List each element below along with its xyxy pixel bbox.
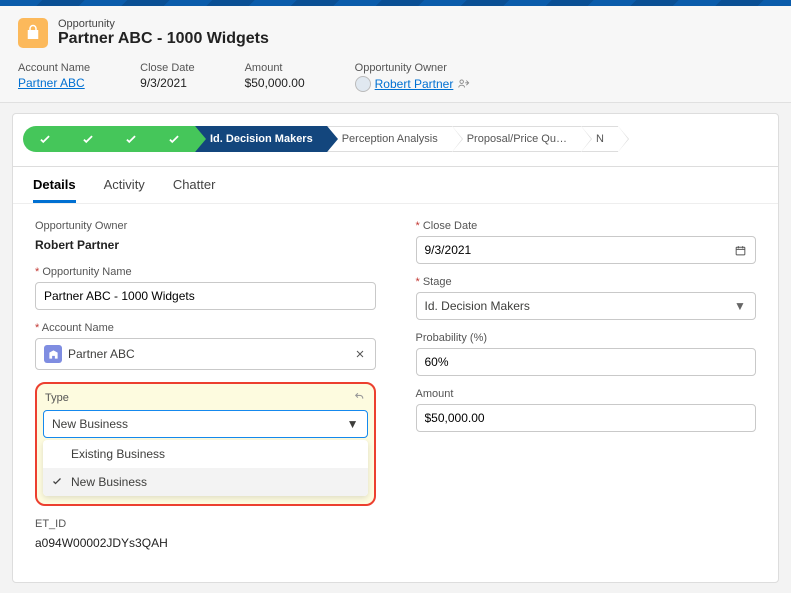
amount-text[interactable] — [425, 411, 748, 425]
type-option-existing[interactable]: Existing Business — [43, 440, 368, 468]
probability-input[interactable] — [416, 348, 757, 376]
type-selected-value: New Business — [52, 417, 128, 431]
amount-input[interactable] — [416, 404, 757, 432]
amount-label: Amount — [245, 62, 305, 74]
field-close-date: Close Date — [416, 220, 757, 264]
header-field-amount: Amount $50,000.00 — [245, 62, 305, 92]
et-id-label: ET_ID — [35, 518, 376, 530]
stage-field-label: Stage — [423, 276, 452, 288]
amount-value: $50,000.00 — [245, 76, 305, 90]
account-lookup[interactable]: Partner ABC — [35, 338, 376, 370]
record-header: Opportunity Partner ABC - 1000 Widgets A… — [0, 6, 791, 103]
page-title: Partner ABC - 1000 Widgets — [58, 30, 269, 48]
owner-link[interactable]: Robert Partner — [375, 77, 454, 91]
change-owner-icon[interactable] — [457, 77, 471, 91]
field-owner: Opportunity Owner Robert Partner — [35, 220, 376, 254]
owner-field-label: Opportunity Owner — [35, 220, 376, 232]
account-lookup-value: Partner ABC — [68, 347, 135, 361]
type-dropdown: Existing Business New Business — [43, 440, 368, 496]
close-date-text[interactable] — [425, 243, 734, 257]
field-et-id: ET_ID a094W00002JDYs3QAH — [35, 518, 376, 552]
stage-path: Id. Decision Makers Perception Analysis … — [13, 114, 778, 166]
path-stage-future-2[interactable]: Proposal/Price Qu… — [452, 126, 581, 152]
owner-label: Opportunity Owner — [355, 62, 472, 74]
field-account-name: Account Name Partner ABC — [35, 322, 376, 370]
stage-select[interactable]: Id. Decision Makers ▼ — [416, 292, 757, 320]
tab-chatter[interactable]: Chatter — [173, 167, 216, 203]
account-name-label: Account Name — [18, 62, 90, 74]
field-amount: Amount — [416, 388, 757, 432]
close-date-field-label: Close Date — [423, 220, 477, 232]
type-select[interactable]: New Business ▼ — [43, 410, 368, 438]
calendar-icon[interactable] — [734, 243, 747, 257]
path-stage-future-1[interactable]: Perception Analysis — [327, 126, 452, 152]
account-icon — [44, 345, 62, 363]
header-field-closedate: Close Date 9/3/2021 — [140, 62, 194, 92]
type-option-new[interactable]: New Business — [43, 468, 368, 496]
tab-details[interactable]: Details — [33, 167, 76, 203]
header-field-account: Account Name Partner ABC — [18, 62, 90, 92]
field-probability: Probability (%) — [416, 332, 757, 376]
account-name-link[interactable]: Partner ABC — [18, 76, 90, 90]
type-option-new-label: New Business — [71, 475, 147, 489]
stage-value: Id. Decision Makers — [425, 299, 530, 313]
et-id-value: a094W00002JDYs3QAH — [35, 534, 376, 552]
close-date-label: Close Date — [140, 62, 194, 74]
owner-field-value: Robert Partner — [35, 236, 376, 254]
path-stage-complete-1[interactable] — [23, 126, 66, 152]
probability-label: Probability (%) — [416, 332, 757, 344]
opportunity-name-input[interactable] — [35, 282, 376, 310]
avatar — [355, 76, 371, 92]
header-field-owner: Opportunity Owner Robert Partner — [355, 62, 472, 92]
caret-down-icon: ▼ — [347, 417, 359, 431]
opp-name-label: Opportunity Name — [42, 266, 131, 278]
record-tabs: Details Activity Chatter — [13, 166, 778, 203]
caret-down-icon: ▼ — [733, 299, 747, 313]
type-label: Type — [45, 392, 69, 404]
field-type-highlighted: Type New Business ▼ Existing Business — [35, 382, 376, 506]
amount-field-label: Amount — [416, 388, 757, 400]
opportunity-icon — [18, 18, 48, 48]
clear-icon[interactable] — [353, 347, 367, 361]
close-date-input[interactable] — [416, 236, 757, 264]
tab-activity[interactable]: Activity — [104, 167, 145, 203]
object-label: Opportunity — [58, 18, 269, 30]
check-icon — [51, 475, 63, 490]
close-date-value: 9/3/2021 — [140, 76, 194, 90]
field-opportunity-name: Opportunity Name — [35, 266, 376, 310]
field-stage: Stage Id. Decision Makers ▼ — [416, 276, 757, 320]
path-stage-current[interactable]: Id. Decision Makers — [195, 126, 327, 152]
account-name-field-label: Account Name — [42, 322, 114, 334]
probability-text[interactable] — [425, 355, 748, 369]
undo-icon[interactable] — [353, 390, 366, 406]
opportunity-name-text[interactable] — [44, 289, 367, 303]
